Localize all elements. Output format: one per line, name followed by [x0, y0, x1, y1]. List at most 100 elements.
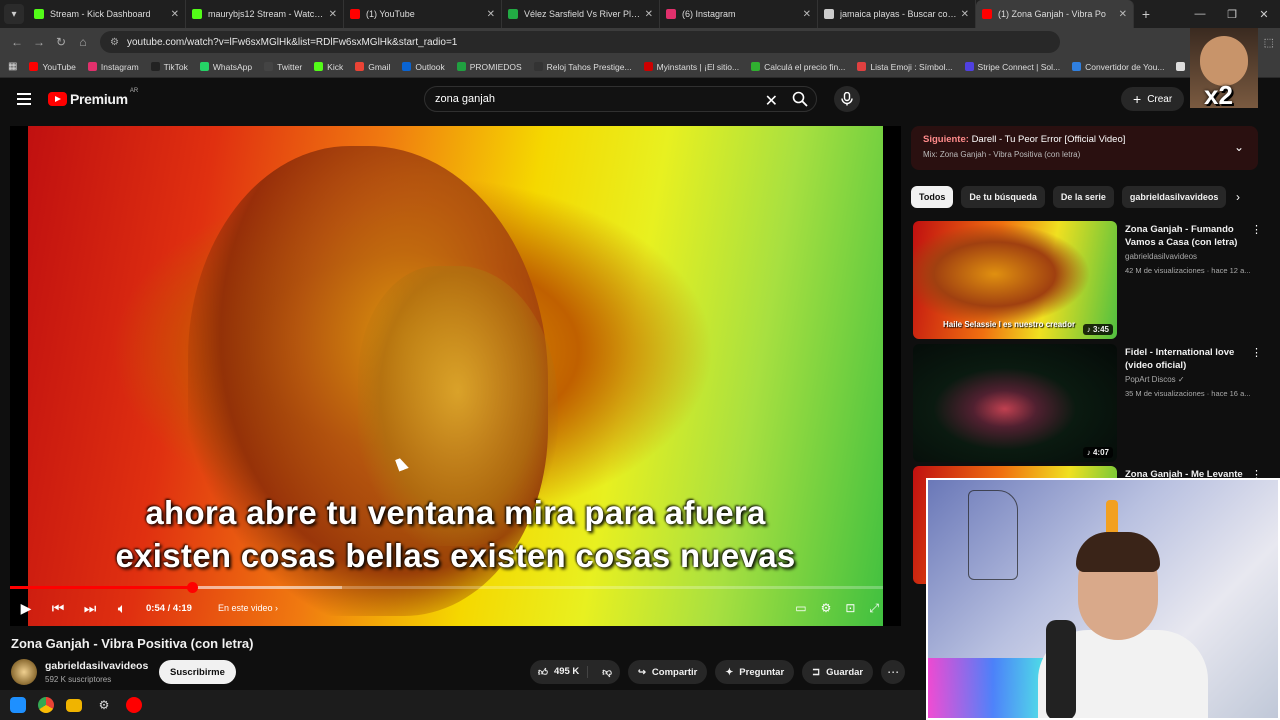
duration-badge: ♪ 4:07 [1082, 447, 1113, 458]
bookmark-item[interactable]: Twitter [264, 62, 302, 72]
more-options-icon[interactable]: ⋮ [1251, 346, 1262, 359]
settings-icon[interactable]: ⚙ [821, 601, 832, 616]
bookmark-item[interactable]: Reloj Tahos Prestige... [533, 62, 632, 72]
reload-button[interactable]: ↻ [50, 35, 72, 49]
bookmark-item[interactable]: WhatsApp [199, 62, 252, 72]
video-thumbnail[interactable]: Haile Selassie I es nuestro creador ♪ 3:4… [913, 221, 1117, 339]
video-player[interactable]: ahora abre tu ventana mira para afuera e… [10, 126, 901, 626]
filter-chip[interactable]: gabrieldasilvavideos [1121, 186, 1227, 208]
playlist-next-up[interactable]: Siguiente: Darell - Tu Peor Error [Offic… [911, 126, 1258, 170]
create-button[interactable]: + Crear [1121, 87, 1185, 111]
dislike-button[interactable]: 👎︎ [594, 666, 620, 678]
browser-tab[interactable]: maurybjs12 Stream - Watch Live ✕ [186, 0, 344, 28]
subtitles-icon[interactable]: ▭ [795, 601, 806, 616]
bookmark-item[interactable]: Kick [314, 62, 343, 72]
fullscreen-icon[interactable]: ⤢ [869, 601, 879, 616]
recommendation-channel[interactable]: PopArt Discos ✓ [1125, 375, 1185, 384]
chevron-down-icon[interactable]: ⌄ [1234, 140, 1244, 154]
bookmark-item[interactable]: Convertidor de You... [1072, 62, 1164, 72]
search-input[interactable]: zona ganjah [435, 93, 495, 105]
chevron-right-icon[interactable]: › [1236, 190, 1240, 204]
recommendation-card[interactable]: ♪ 4:07 Fidel - International love (video … [913, 344, 1263, 462]
windows-start-icon[interactable] [10, 697, 26, 713]
next-icon[interactable]: ⏭ [74, 600, 106, 617]
like-button[interactable]: 👍︎ 495 K [530, 666, 589, 678]
more-actions-button[interactable]: ⋯ [881, 660, 906, 684]
previous-icon[interactable]: ⏮ [42, 600, 74, 617]
close-tab-icon[interactable]: ✕ [645, 9, 653, 20]
close-tab-icon[interactable]: ✕ [803, 9, 811, 20]
file-explorer-icon[interactable] [66, 698, 82, 712]
progress-bar[interactable] [10, 582, 883, 593]
recommendation-channel[interactable]: gabrieldasilvavideos [1125, 252, 1197, 261]
recommendation-card[interactable]: Haile Selassie I es nuestro creador ♪ 3:4… [913, 221, 1263, 339]
recommendation-title[interactable]: Zona Ganjah - Fumando Vamos a Casa (con … [1125, 223, 1243, 249]
ask-button[interactable]: ✦ Preguntar [715, 660, 795, 684]
recommendation-title[interactable]: Fidel - International love (video oficia… [1125, 346, 1243, 372]
filter-chip[interactable]: Todos [911, 186, 954, 208]
theater-mode-icon[interactable]: ⊡ [845, 601, 855, 616]
maximize-button[interactable]: ❐ [1216, 8, 1248, 21]
back-button[interactable]: ← [6, 35, 28, 49]
chapters-button[interactable]: En este video › [218, 603, 278, 613]
search-box[interactable]: zona ganjah ✕ [424, 86, 817, 112]
chrome-icon[interactable] [38, 697, 54, 713]
channel-avatar[interactable] [11, 659, 37, 685]
browser-tab[interactable]: Vélez Sarsfield Vs River Plate - l ✕ [502, 0, 660, 28]
voice-search-button[interactable] [834, 86, 860, 112]
menu-icon[interactable] [17, 93, 31, 105]
home-button[interactable]: ⌂ [72, 35, 94, 49]
bookmark-item[interactable]: YouTube [29, 62, 76, 72]
extensions-puzzle-icon[interactable]: ⬚ [1264, 36, 1274, 49]
save-button[interactable]: ⊐ Guardar [802, 660, 874, 684]
bookmark-item[interactable]: PROMIEDOS [456, 61, 522, 72]
filter-chip[interactable]: De la serie [1052, 186, 1114, 208]
forward-button[interactable]: → [28, 35, 50, 49]
close-tab-icon[interactable]: ✕ [487, 9, 495, 20]
verified-icon: ✓ [1177, 375, 1185, 384]
browser-tab[interactable]: (1) YouTube ✕ [344, 0, 502, 28]
browser-tab[interactable]: (6) Instagram ✕ [660, 0, 818, 28]
volume-icon[interactable]: 🔈︎ [106, 600, 138, 617]
bookmark-item[interactable]: Gmail [355, 62, 390, 72]
bookmark-label: TikTok [163, 61, 188, 72]
browser-tab[interactable]: Stream - Kick Dashboard ✕ [28, 0, 186, 28]
browser-tab[interactable]: (1) Zona Ganjah - Vibra Po ✕ [976, 0, 1134, 28]
close-tab-icon[interactable]: ✕ [171, 9, 179, 20]
tab-search-button[interactable]: ▾ [4, 4, 24, 24]
bookmark-item[interactable]: Calculá el precio fin... [751, 62, 845, 72]
subscribe-button[interactable]: Suscribirme [159, 660, 236, 684]
video-thumbnail[interactable]: ♪ 4:07 [913, 344, 1117, 462]
share-button[interactable]: ↪ Compartir [627, 660, 708, 684]
site-info-icon[interactable]: ⚙ [110, 37, 119, 48]
bookmark-item[interactable]: Outlook [402, 62, 445, 72]
bookmark-item[interactable]: Stripe Connect | Sol... [964, 62, 1060, 72]
new-tab-button[interactable]: + [1134, 6, 1158, 22]
play-icon[interactable]: ▶ [10, 600, 42, 617]
bookmark-item[interactable]: Instagram [87, 62, 139, 72]
bookmark-item[interactable]: TikTok [150, 61, 188, 72]
scrubber-handle[interactable] [187, 582, 199, 593]
more-options-icon[interactable]: ⋮ [1251, 223, 1262, 236]
url-field[interactable]: ⚙ youtube.com/watch?v=lFw6sxMGlHk&list=R… [100, 31, 1060, 53]
browser-tab[interactable]: jamaica playas - Buscar con Go ✕ [818, 0, 976, 28]
close-window-button[interactable]: ✕ [1248, 8, 1280, 21]
close-tab-icon[interactable]: ✕ [1119, 9, 1127, 20]
bookmark-label: Calculá el precio fin... [764, 61, 846, 72]
bookmark-item[interactable]: Lista Emoji : Símbol... [857, 62, 953, 72]
youtube-app-icon[interactable] [126, 697, 142, 713]
bookmark-favicon-icon [857, 62, 867, 71]
search-icon[interactable] [792, 91, 808, 107]
bookmark-label: PROMIEDOS [469, 61, 522, 72]
bookmark-item[interactable]: Myinstants | ¡El sitio... [643, 62, 739, 72]
youtube-premium-logo[interactable]: Premium AR [48, 88, 138, 107]
app-icon[interactable]: ⚙ [94, 695, 114, 715]
minimize-button[interactable]: — [1184, 8, 1216, 20]
apps-grid-icon[interactable]: ▦ [8, 61, 17, 72]
close-tab-icon[interactable]: ✕ [961, 9, 969, 20]
clear-search-icon[interactable]: ✕ [765, 91, 778, 111]
channel-text: gabrieldasilvavideos [1125, 252, 1198, 261]
filter-chip[interactable]: De tu búsqueda [961, 186, 1045, 208]
channel-name[interactable]: gabrieldasilvavideos [45, 660, 148, 672]
close-tab-icon[interactable]: ✕ [329, 9, 337, 20]
